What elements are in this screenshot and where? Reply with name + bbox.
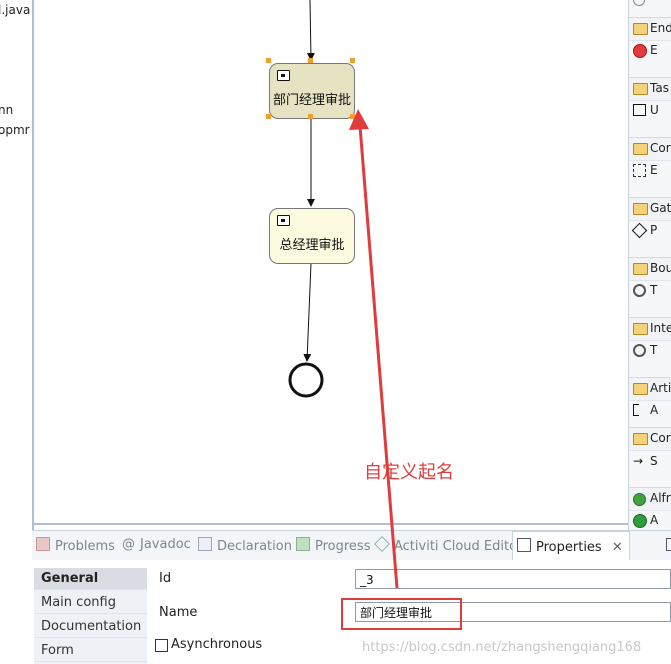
annotation-arrow [349,109,399,589]
annotation-highlight-box [341,598,462,630]
annotation-text: 自定义起名 [364,462,454,483]
watermark: https://blog.csdn.net/zhangshengqiang168 [362,640,642,655]
